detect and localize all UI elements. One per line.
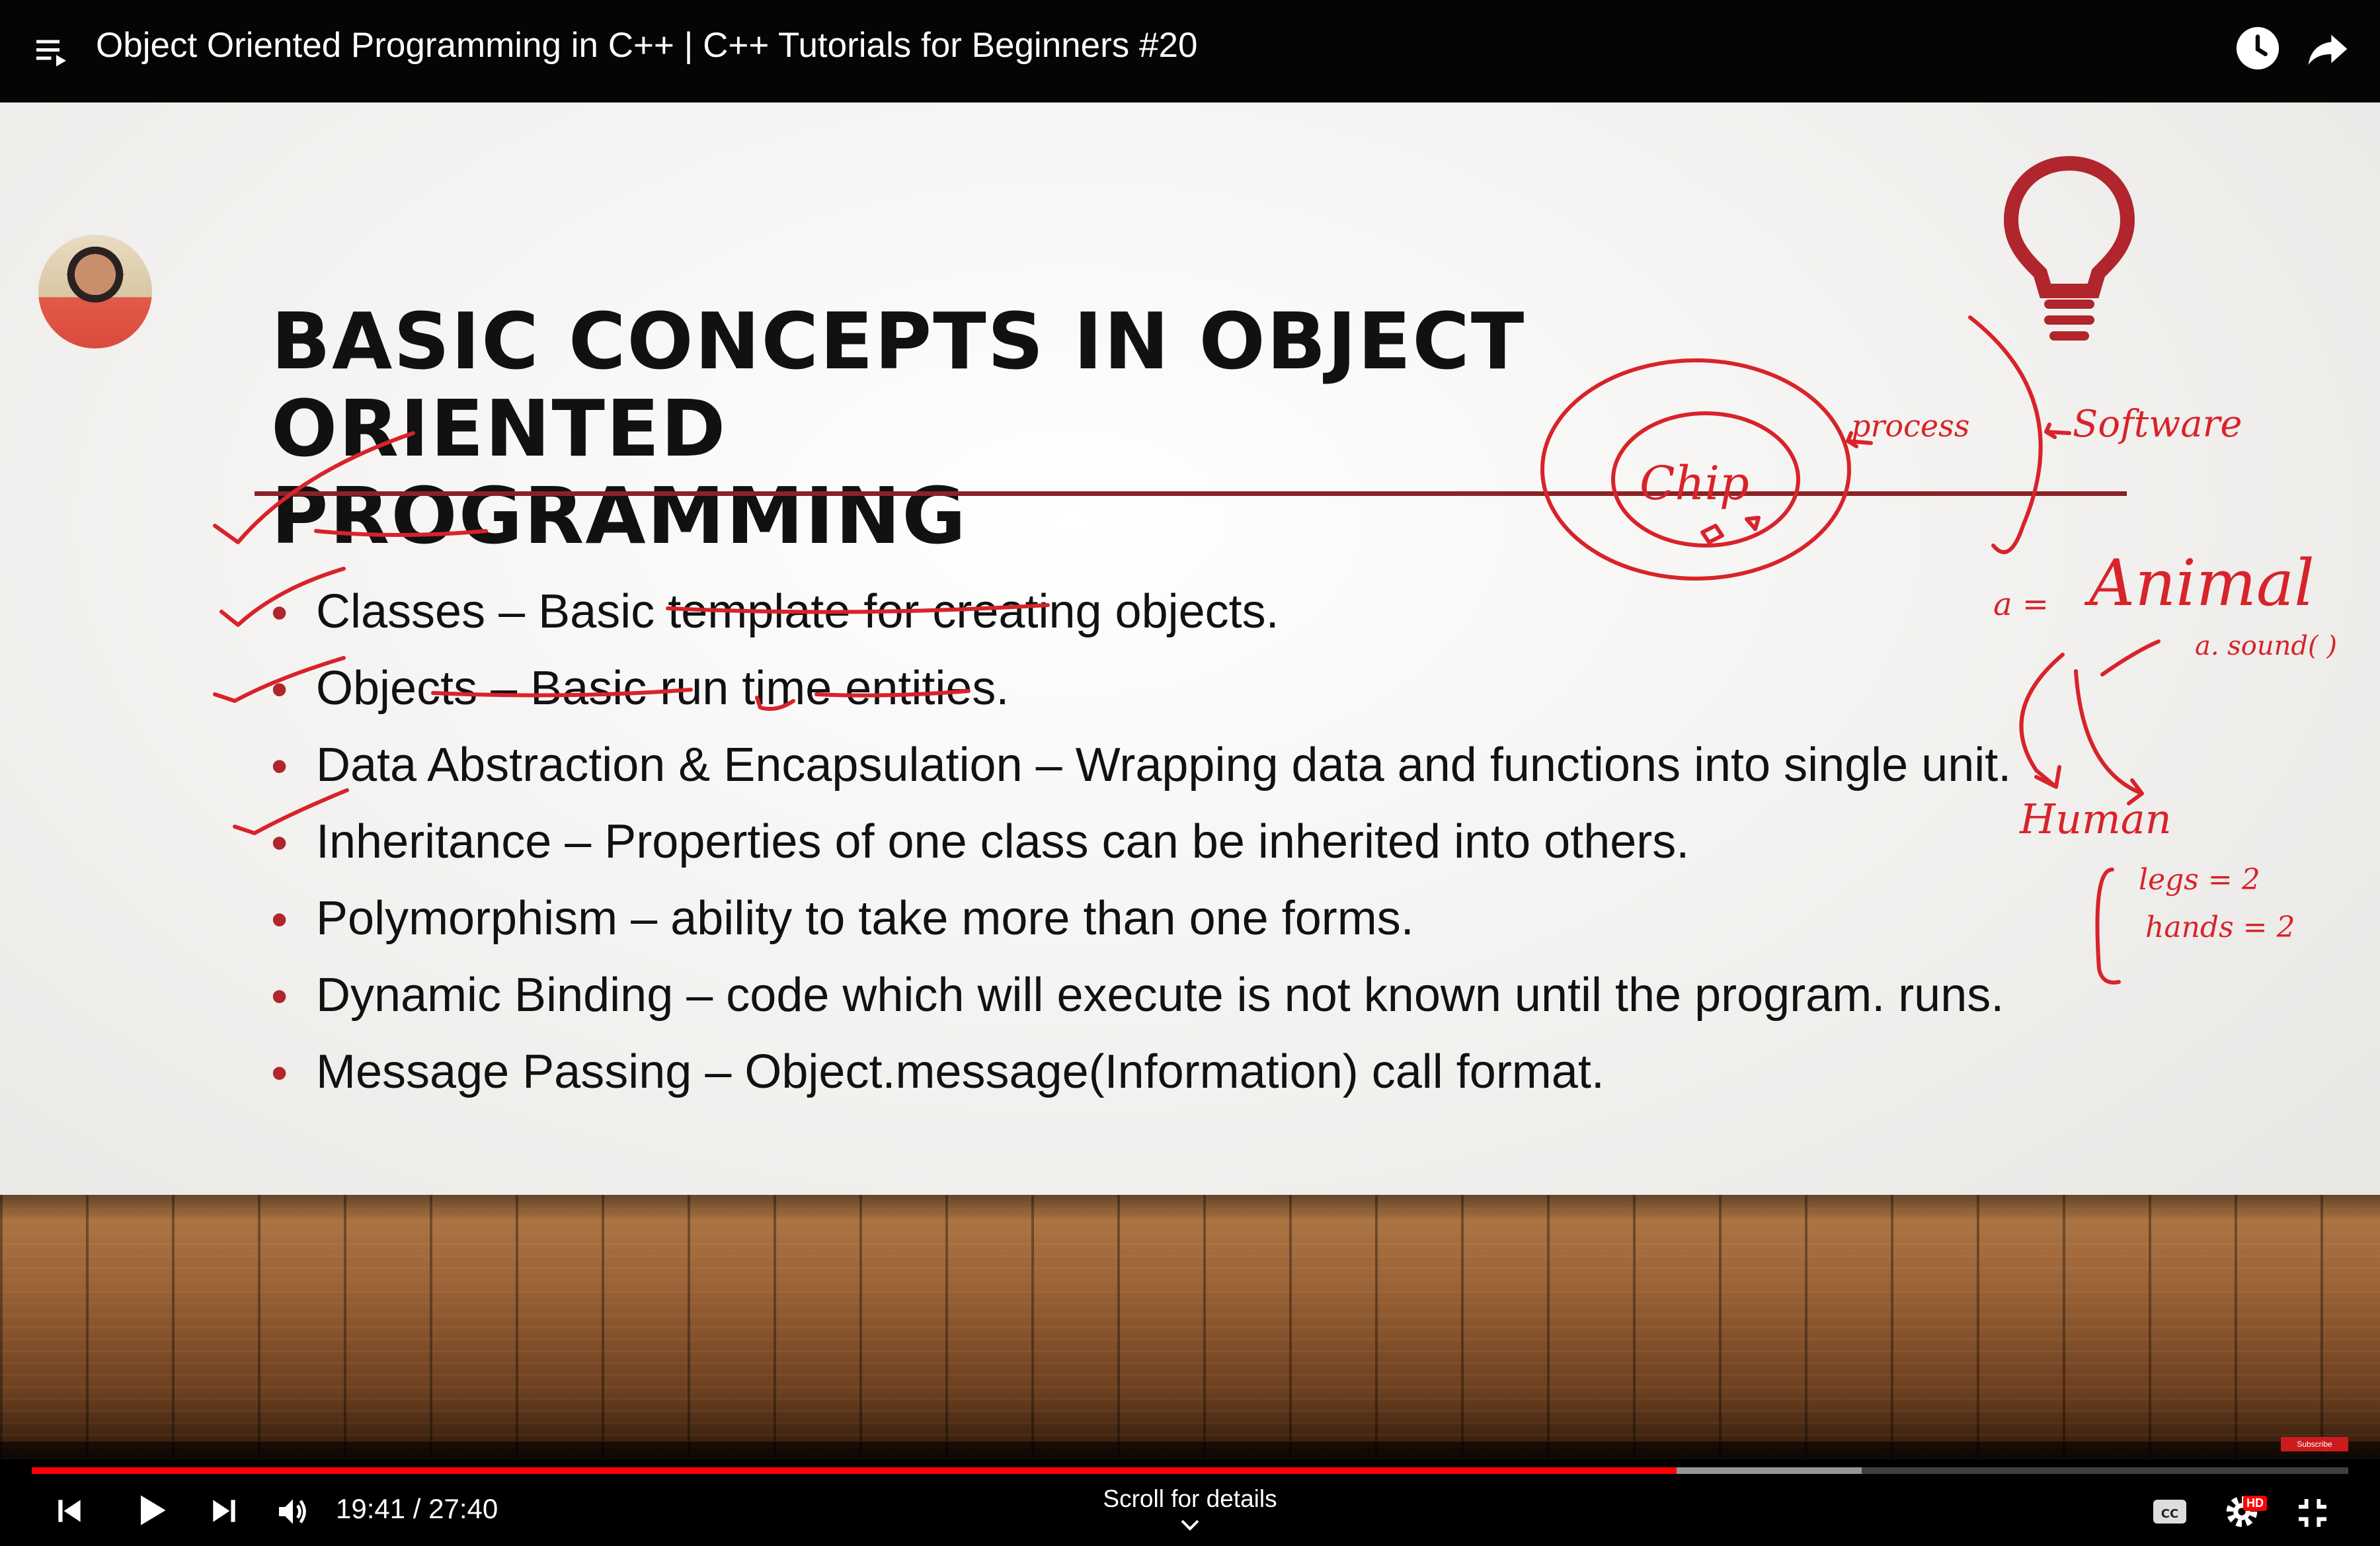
clock-icon[interactable] <box>2235 25 2281 71</box>
handwriting-human: Human <box>2019 795 2172 843</box>
handwriting-hands: hands = 2 <box>2145 911 2295 944</box>
chevron-down-icon[interactable] <box>1179 1518 1201 1533</box>
video-title[interactable]: Object Oriented Programming in C++ | C++… <box>96 25 1197 65</box>
handwriting-chip: Chip <box>1640 456 1749 510</box>
handwriting-software: Software <box>2073 403 2242 446</box>
top-bar: Object Oriented Programming in C++ | C++… <box>0 0 2380 102</box>
checkmark <box>213 656 346 703</box>
handwriting-process: process <box>1851 408 1969 444</box>
checkmark <box>219 567 346 627</box>
time-display: 19:41 / 27:40 <box>336 1493 498 1524</box>
checkmark <box>233 788 349 835</box>
underline <box>814 689 971 698</box>
subscribe-badge[interactable]: Subscribe <box>2281 1437 2348 1451</box>
svg-text:CC: CC <box>2161 1507 2178 1521</box>
playlist-icon[interactable] <box>33 32 73 71</box>
underline <box>666 603 1050 614</box>
floor-shadow <box>0 1195 2380 1221</box>
underline <box>755 696 795 711</box>
progress-bar[interactable] <box>32 1467 2348 1474</box>
underline <box>314 529 488 537</box>
handwriting-legs: legs = 2 <box>2139 863 2260 897</box>
checkmark <box>213 431 415 544</box>
skip-previous-icon[interactable] <box>53 1494 86 1527</box>
slide: BASIC CONCEPTS IN OBJECT ORIENTED PROGRA… <box>0 102 2380 1299</box>
volume-icon[interactable] <box>274 1493 311 1530</box>
wood-floor <box>0 1195 2380 1459</box>
handwritten-annotations: Chip process Software a = Animal a. soun… <box>213 315 2337 985</box>
handwriting-animal: Animal <box>2084 546 2315 620</box>
handwriting-a-eq: a = <box>1993 586 2049 623</box>
cc-icon[interactable]: CC <box>2152 1496 2188 1527</box>
exit-fullscreen-icon[interactable] <box>2294 1494 2331 1531</box>
progress-played <box>32 1467 1677 1474</box>
underline <box>431 688 693 698</box>
skip-next-icon[interactable] <box>208 1494 241 1527</box>
scroll-hint[interactable]: Scroll for details <box>1058 1485 1322 1513</box>
share-icon[interactable] <box>2305 28 2351 70</box>
hd-badge: HD <box>2243 1496 2267 1511</box>
play-icon[interactable] <box>131 1490 171 1530</box>
handwriting-sound: a. sound( ) <box>2195 631 2337 661</box>
